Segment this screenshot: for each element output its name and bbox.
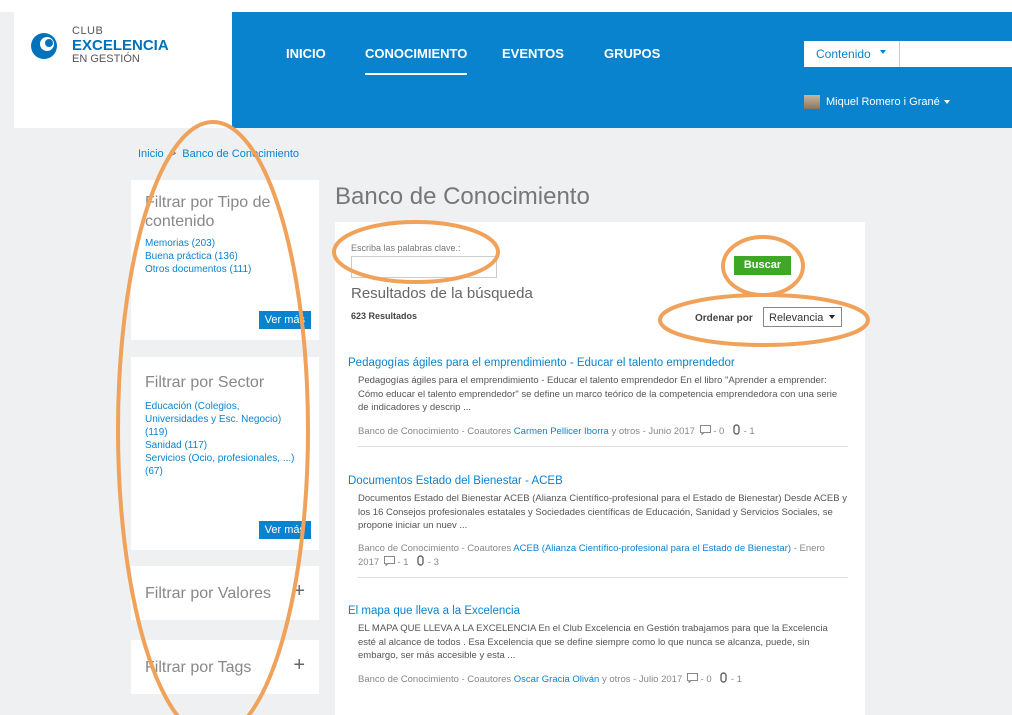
result-comment-count: - 0 — [713, 425, 725, 437]
result-date: y otros - Junio 2017 — [611, 425, 695, 437]
logo-excelencia: EXCELENCIA — [72, 37, 169, 54]
divider — [358, 445, 848, 447]
result-source: Banco de Conocimiento - Coautores — [358, 425, 512, 437]
order-label: Ordenar por — [695, 313, 753, 324]
result-title[interactable]: El mapa que lleva a la Excelencia — [348, 604, 848, 618]
user-name: Miquel Romero i Grané — [826, 96, 940, 108]
nav-grupos[interactable]: GRUPOS — [604, 46, 660, 61]
result-attachment-count: - 1 — [730, 673, 742, 685]
result-attachment-count: - 1 — [743, 425, 755, 437]
page-title: Banco de Conocimiento — [335, 183, 590, 210]
buscar-button[interactable]: Buscar — [734, 256, 791, 275]
order-select[interactable]: Relevancia — [763, 307, 842, 327]
chevron-down-icon — [943, 100, 950, 104]
nav-eventos[interactable]: EVENTOS — [502, 46, 564, 61]
filter-tipo-item[interactable]: Memorias (203) — [145, 237, 305, 250]
comment-icon — [383, 555, 395, 567]
result-description: EL MAPA QUE LLEVA A LA EXCELENCIA En el … — [358, 623, 828, 661]
breadcrumb-separator: > — [169, 148, 177, 160]
comment-icon — [699, 424, 711, 436]
top-strip — [0, 0, 1012, 12]
filter-sector-item[interactable]: Educación (Colegios, Universidades y Esc… — [145, 400, 305, 439]
logo-mark-icon — [31, 33, 57, 59]
result-author[interactable]: Oscar Gracia Oliván — [514, 674, 600, 685]
results-title: Resultados de la búsqueda — [351, 285, 533, 302]
filter-tipo-panel: Filtrar por Tipo de contenido Memorias (… — [131, 180, 319, 340]
logo[interactable]: CLUB EXCELENCIA EN GESTIÓN — [14, 12, 232, 128]
result-title[interactable]: Pedagogías ágiles para el emprendimiento… — [348, 356, 848, 370]
plus-icon[interactable]: + — [293, 580, 305, 603]
filter-tags-title: Filtrar por Tags — [145, 659, 252, 676]
result-title[interactable]: Documentos Estado del Bienestar - ACEB — [348, 474, 848, 488]
results-panel: Escriba las palabras clave.: Buscar Resu… — [335, 222, 865, 715]
ver-mas-button[interactable]: Ver más — [258, 311, 311, 329]
result-meta: Banco de Conocimiento - Coautores Oscar … — [358, 671, 848, 686]
filter-valores-panel[interactable]: Filtrar por Valores + — [131, 566, 319, 620]
result-item: Pedagogías ágiles para el emprendimiento… — [348, 356, 848, 447]
keyword-label: Escriba las palabras clave.: — [351, 243, 461, 253]
result-attachment-count: - 3 — [427, 556, 439, 568]
filter-tipo-item[interactable]: Buena práctica (136) — [145, 250, 305, 263]
logo-club: CLUB — [72, 25, 104, 37]
header-search: Contenido — [804, 41, 1012, 67]
breadcrumb: Inicio > Banco de Conocimiento — [138, 148, 299, 160]
result-comment-count: - 1 — [397, 556, 409, 568]
result-meta: Banco de Conocimiento - Coautores ACEB (… — [358, 542, 848, 569]
comment-icon — [686, 672, 698, 684]
plus-icon[interactable]: + — [293, 654, 305, 677]
results-count: 623 Resultados — [351, 311, 418, 321]
attachment-icon — [417, 554, 424, 566]
filter-tipo-title: Filtrar por Tipo de contenido — [145, 194, 271, 230]
keyword-input[interactable] — [351, 256, 497, 278]
ver-mas-button[interactable]: Ver más — [258, 521, 311, 539]
filter-sector-item[interactable]: Servicios (Ocio, profesionales, ...) (67… — [145, 452, 305, 478]
chevron-down-icon — [829, 315, 835, 319]
main-nav: INICIO CONOCIMIENTO EVENTOS GRUPOS Conte… — [232, 12, 1012, 128]
result-author[interactable]: ACEB (Alianza Científico-profesional par… — [513, 543, 791, 554]
nav-conocimiento[interactable]: CONOCIMIENTO — [365, 46, 468, 75]
result-description: Pedagogías ágiles para el emprendimiento… — [358, 375, 838, 413]
breadcrumb-home[interactable]: Inicio — [138, 148, 164, 160]
user-menu[interactable]: Miquel Romero i Grané — [804, 95, 950, 109]
result-author[interactable]: Carmen Pellicer Iborra — [514, 426, 609, 437]
divider — [358, 576, 848, 578]
result-item: El mapa que lleva a la Excelencia EL MAP… — [348, 604, 848, 686]
result-comment-count: - 0 — [700, 673, 712, 685]
result-source: Banco de Conocimiento - Coautores — [358, 542, 512, 554]
result-date: y otros - Julio 2017 — [601, 673, 683, 685]
nav-inicio[interactable]: INICIO — [286, 46, 326, 61]
attachment-icon — [733, 423, 740, 435]
search-type-select[interactable]: Contenido — [804, 41, 900, 67]
breadcrumb-current[interactable]: Banco de Conocimiento — [182, 148, 299, 160]
filter-tipo-item[interactable]: Otros documentos (111) — [145, 263, 305, 276]
filter-sector-title: Filtrar por Sector — [145, 374, 265, 391]
result-source: Banco de Conocimiento - Coautores — [358, 673, 512, 685]
attachment-icon — [720, 671, 727, 683]
result-description: Documentos Estado del Bienestar ACEB (Al… — [358, 493, 847, 531]
avatar — [804, 95, 820, 109]
result-item: Documentos Estado del Bienestar - ACEB D… — [348, 474, 848, 578]
search-type-value: Contenido — [816, 47, 871, 61]
filter-sector-panel: Filtrar por Sector Educación (Colegios, … — [131, 357, 319, 550]
result-meta: Banco de Conocimiento - Coautores Carmen… — [358, 423, 848, 438]
chevron-down-icon — [880, 50, 886, 54]
order-value: Relevancia — [769, 312, 824, 324]
filter-tags-panel[interactable]: Filtrar por Tags + — [131, 640, 319, 694]
filter-sector-item[interactable]: Sanidad (117) — [145, 439, 305, 452]
filter-valores-title: Filtrar por Valores — [145, 585, 271, 602]
logo-gestion: EN GESTIÓN — [72, 53, 140, 65]
